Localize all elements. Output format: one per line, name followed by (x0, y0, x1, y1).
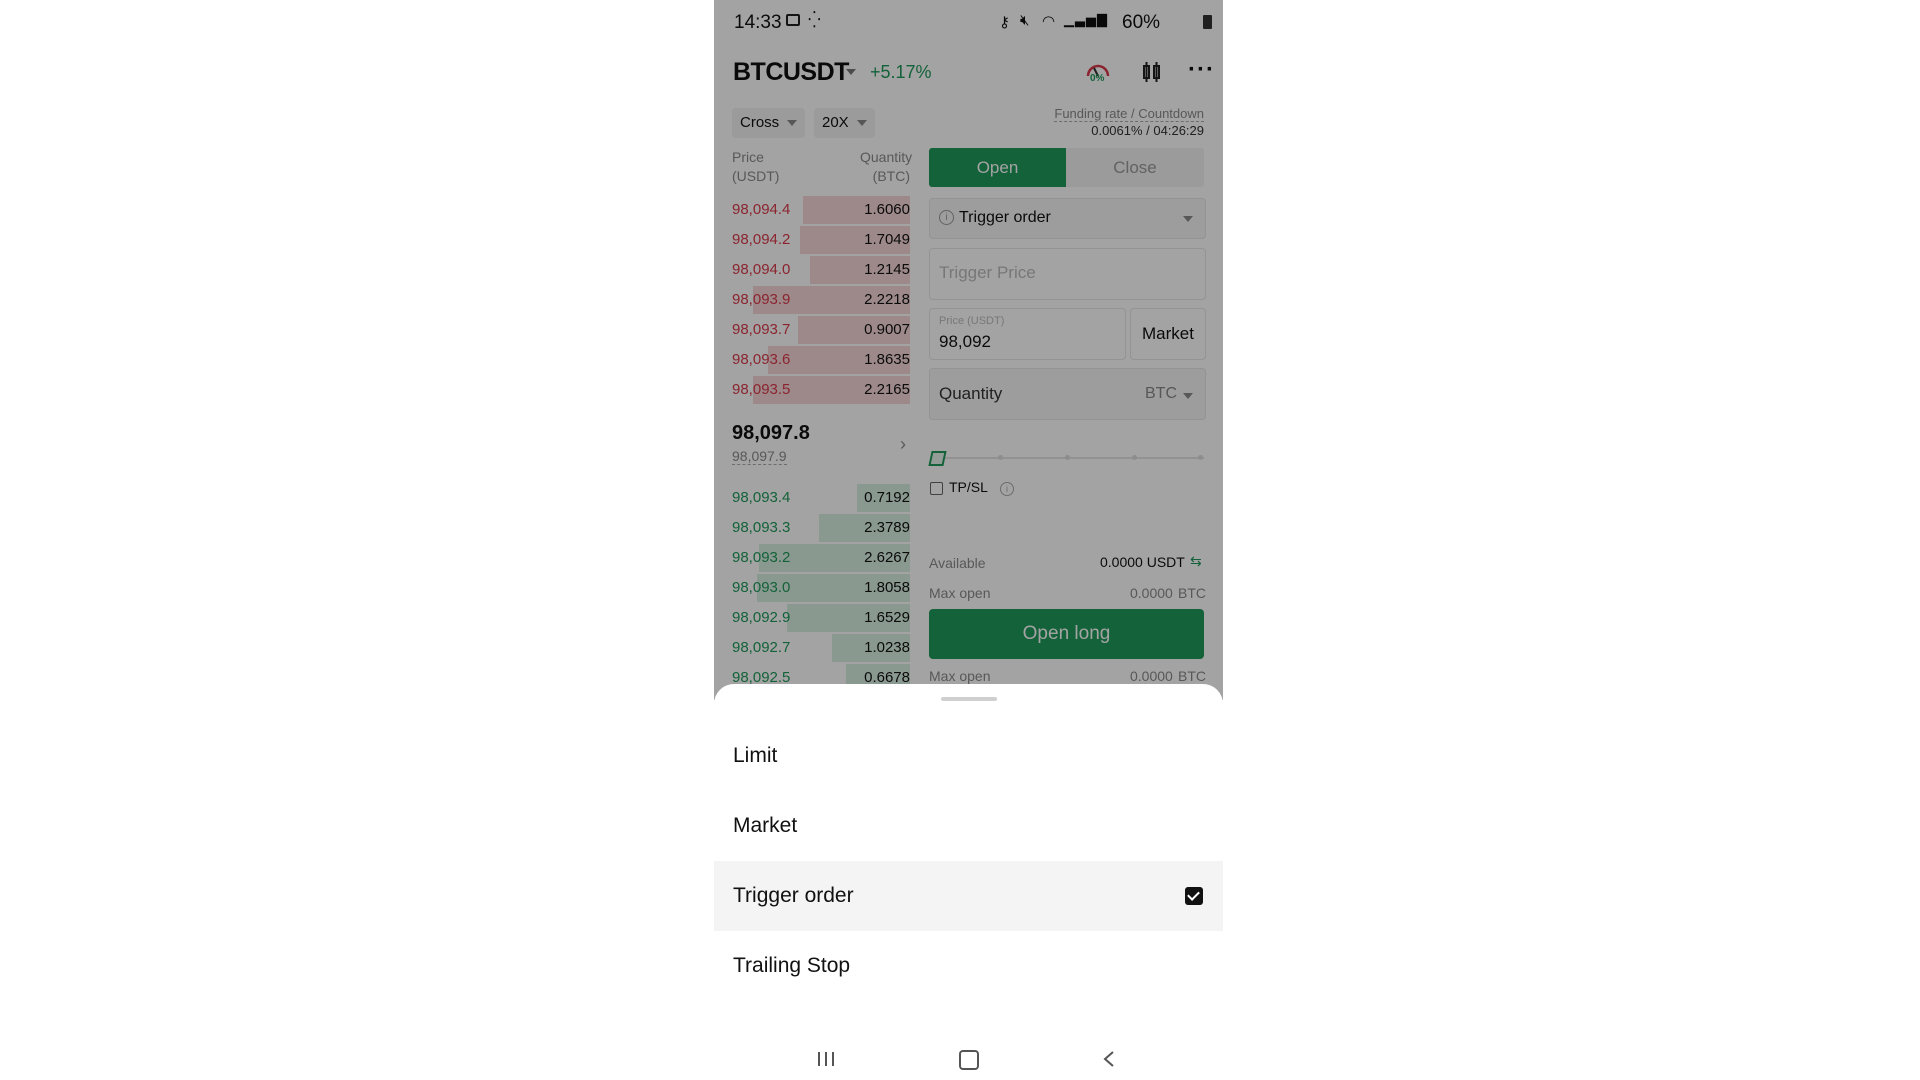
order-type-option-trailing-stop[interactable]: Trailing Stop (714, 931, 1223, 1001)
order-type-sheet: Limit Market Trigger order Trailing Stop (714, 684, 1223, 1080)
option-label: Trailing Stop (733, 954, 851, 977)
option-label: Trigger order (733, 884, 854, 907)
phone-screen: 14:33 ⁛ ⚷ 🔇︎ ◠ ▁▃▅▇ 60% BTCUSDT +5.17% 0… (714, 0, 1223, 1080)
option-label: Market (733, 814, 798, 837)
modal-backdrop[interactable] (714, 0, 1223, 700)
sheet-drag-handle[interactable] (941, 697, 997, 701)
system-nav-bar (714, 1030, 1223, 1080)
order-type-option-trigger[interactable]: Trigger order (714, 861, 1223, 931)
checkmark-icon (1185, 887, 1203, 905)
recent-apps-icon[interactable] (816, 1050, 836, 1066)
option-label: Limit (733, 744, 778, 767)
order-type-option-limit[interactable]: Limit (714, 721, 1223, 791)
order-type-option-market[interactable]: Market (714, 791, 1223, 861)
home-icon[interactable] (959, 1050, 979, 1070)
back-icon[interactable] (1102, 1050, 1116, 1068)
